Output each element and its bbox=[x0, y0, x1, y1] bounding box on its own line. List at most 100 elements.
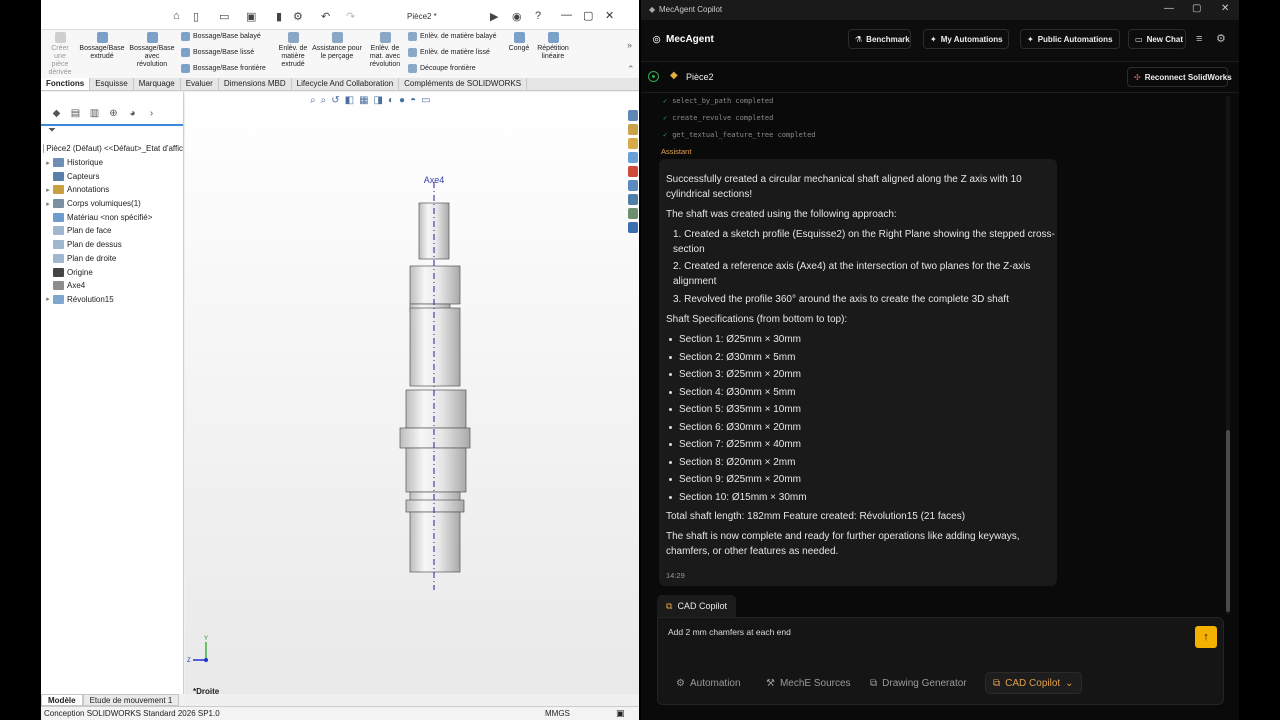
help-icon[interactable]: ? bbox=[535, 9, 541, 23]
tree-node[interactable]: Matériau <non spécifié> bbox=[43, 210, 183, 224]
cut-revolve-button[interactable]: Enlèv. de mat. avec révolution bbox=[367, 32, 403, 69]
menu-icon[interactable]: ≡ bbox=[1196, 33, 1202, 45]
tab-5[interactable]: Lifecycle And Collaboration bbox=[292, 78, 400, 90]
extrude-boss-button[interactable]: Bossage/Base extrudé bbox=[79, 32, 125, 61]
tab-1[interactable]: Esquisse bbox=[90, 78, 134, 90]
more-tabs-icon[interactable]: › bbox=[144, 108, 159, 122]
undo-icon[interactable]: ↶ bbox=[321, 9, 330, 23]
expand-arrow-icon[interactable]: ▸ bbox=[43, 200, 53, 208]
custom-properties-icon[interactable] bbox=[628, 180, 638, 191]
scrollbar-thumb[interactable] bbox=[1226, 430, 1230, 612]
settings-icon[interactable]: ⚙ bbox=[1216, 32, 1226, 45]
configuration-manager-icon[interactable]: ▥ bbox=[87, 108, 102, 122]
save-icon[interactable]: ▣ bbox=[246, 9, 256, 23]
public-automations-button[interactable]: ✦ Public Automations bbox=[1020, 29, 1120, 49]
view-palette-icon[interactable] bbox=[628, 152, 638, 163]
unit-system[interactable]: MMGS bbox=[545, 709, 570, 718]
tree-node[interactable]: Plan de dessus bbox=[43, 238, 183, 252]
maximize-icon[interactable]: ▢ bbox=[1192, 3, 1201, 14]
tree-node[interactable]: Pièce2 (Défaut) <<Défaut>_Etat d'affic bbox=[43, 142, 183, 156]
tree-node[interactable]: ▸ Révolution15 bbox=[43, 293, 183, 307]
redo-icon[interactable]: ↷ bbox=[346, 9, 355, 23]
tree-node[interactable]: Plan de face bbox=[43, 224, 183, 238]
tree-node[interactable]: Plan de droite bbox=[43, 252, 183, 266]
cut-loft-button[interactable]: Enlèv. de matière lissé bbox=[408, 48, 490, 57]
shaft-segment[interactable] bbox=[409, 307, 461, 387]
feature-tree-tab-icon[interactable]: ◆ bbox=[49, 108, 64, 122]
fillet-button[interactable]: Congé bbox=[507, 32, 531, 53]
shaft-segment[interactable] bbox=[409, 511, 461, 573]
hole-wizard-button[interactable]: Assistance pour le perçage bbox=[309, 32, 365, 61]
cut-extrude-button[interactable]: Enlèv. de matière extrudé bbox=[275, 32, 311, 69]
globe-icon[interactable] bbox=[628, 222, 638, 233]
ribbon-collapse-icon[interactable]: ⌃ bbox=[627, 64, 635, 75]
open-file-icon[interactable]: ▭ bbox=[219, 9, 229, 23]
shaft-segment[interactable] bbox=[409, 265, 461, 305]
close-icon[interactable]: ✕ bbox=[605, 9, 614, 22]
restore-icon[interactable]: ▢ bbox=[583, 9, 593, 22]
tree-node[interactable]: Capteurs bbox=[43, 169, 183, 183]
new-file-icon[interactable]: ▯ bbox=[193, 9, 199, 23]
chat-input[interactable]: Add 2 mm chamfers at each end bbox=[668, 627, 791, 637]
display-manager-icon[interactable]: ◕ bbox=[125, 108, 140, 122]
automation-mode-button[interactable]: ⚙ Automation bbox=[676, 672, 741, 694]
resources-icon[interactable] bbox=[628, 110, 638, 121]
shaft-segment[interactable] bbox=[405, 447, 467, 493]
status-toggle-icon[interactable]: ▣ bbox=[616, 708, 625, 719]
tree-node[interactable]: ▸ Historique bbox=[43, 156, 183, 170]
meche-sources-button[interactable]: ⚒ MechE Sources bbox=[766, 672, 851, 694]
tree-node[interactable]: Origine bbox=[43, 265, 183, 279]
expand-arrow-icon[interactable]: ▸ bbox=[43, 295, 53, 303]
shaft-segment[interactable] bbox=[405, 499, 465, 513]
minimize-icon[interactable]: — bbox=[561, 9, 572, 21]
tab-4[interactable]: Dimensions MBD bbox=[219, 78, 292, 90]
command-search-icon[interactable]: ▶ bbox=[490, 9, 498, 23]
recording-icon[interactable] bbox=[628, 208, 638, 219]
revolve-boss-button[interactable]: Bossage/Base avec révolution bbox=[129, 32, 175, 69]
tab-6[interactable]: Compléments de SOLIDWORKS bbox=[399, 78, 528, 90]
create-derived-part-button[interactable]: Créer une pièce dérivée bbox=[47, 32, 73, 77]
my-automations-button[interactable]: ✦ My Automations bbox=[923, 29, 1009, 49]
boundary-boss-button[interactable]: Bossage/Base frontière bbox=[181, 64, 266, 73]
forum-icon[interactable] bbox=[628, 194, 638, 205]
model-tab-1[interactable]: Etude de mouvement 1 bbox=[82, 694, 180, 706]
graphics-viewport[interactable]: ⌕ ⌕ ↺ ◧ ▦ ◨ ◐ ● ◓ ▭ Axe4 Y Z *Droite bbox=[185, 92, 639, 696]
dimxpert-icon[interactable]: ⊕ bbox=[106, 108, 121, 122]
model-tab-0[interactable]: Modèle bbox=[41, 694, 83, 706]
cad-copilot-icon: ⧉ bbox=[666, 600, 673, 611]
close-icon[interactable]: ✕ bbox=[1221, 3, 1229, 14]
ribbon-more-icon[interactable]: » bbox=[627, 40, 632, 50]
tree-node[interactable]: Axe4 bbox=[43, 279, 183, 293]
shaft-segment[interactable] bbox=[405, 389, 467, 429]
gear-icon[interactable]: ⚙ bbox=[293, 9, 303, 23]
chat-scrollbar[interactable] bbox=[1226, 96, 1230, 614]
minimize-icon[interactable]: — bbox=[1164, 3, 1174, 14]
tab-0[interactable]: Fonctions bbox=[41, 78, 91, 90]
linear-pattern-button[interactable]: Répétition linéaire bbox=[533, 32, 573, 61]
cut-sweep-button[interactable]: Enlèv. de matière balayé bbox=[408, 32, 497, 41]
tree-node[interactable]: ▸ Corps volumiques(1) bbox=[43, 197, 183, 211]
design-library-icon[interactable] bbox=[628, 124, 638, 135]
filter-icon[interactable]: ⏷ bbox=[48, 125, 56, 136]
expand-arrow-icon[interactable]: ▸ bbox=[43, 159, 53, 167]
expand-arrow-icon[interactable]: ▸ bbox=[43, 186, 53, 194]
benchmark-button[interactable]: ⚗ Benchmark bbox=[848, 29, 911, 49]
cad-copilot-mode-button[interactable]: ⧉ CAD Copilot ⌄ bbox=[985, 672, 1082, 694]
shaft-segment[interactable] bbox=[399, 427, 471, 449]
cut-boundary-button[interactable]: Découpe frontière bbox=[408, 64, 476, 73]
send-button[interactable]: ↑ bbox=[1195, 626, 1217, 648]
home-icon[interactable]: ⌂ bbox=[173, 9, 180, 23]
print-icon[interactable]: ▮ bbox=[276, 9, 282, 23]
reconnect-solidworks-button[interactable]: ✣ Reconnect SolidWorks bbox=[1127, 67, 1232, 87]
tab-3[interactable]: Evaluer bbox=[181, 78, 219, 90]
file-explorer-icon[interactable] bbox=[628, 138, 638, 149]
appearances-icon[interactable] bbox=[628, 166, 638, 177]
property-manager-icon[interactable]: ▤ bbox=[68, 108, 83, 122]
tab-2[interactable]: Marquage bbox=[134, 78, 181, 90]
sweep-boss-button[interactable]: Bossage/Base balayé bbox=[181, 32, 261, 41]
loft-boss-button[interactable]: Bossage/Base lissé bbox=[181, 48, 254, 57]
drawing-generator-button[interactable]: ⧉ Drawing Generator bbox=[870, 672, 967, 694]
tree-node[interactable]: ▸ Annotations bbox=[43, 183, 183, 197]
new-chat-button[interactable]: ▭ New Chat bbox=[1128, 29, 1186, 49]
user-icon[interactable]: ◉ bbox=[512, 9, 522, 23]
